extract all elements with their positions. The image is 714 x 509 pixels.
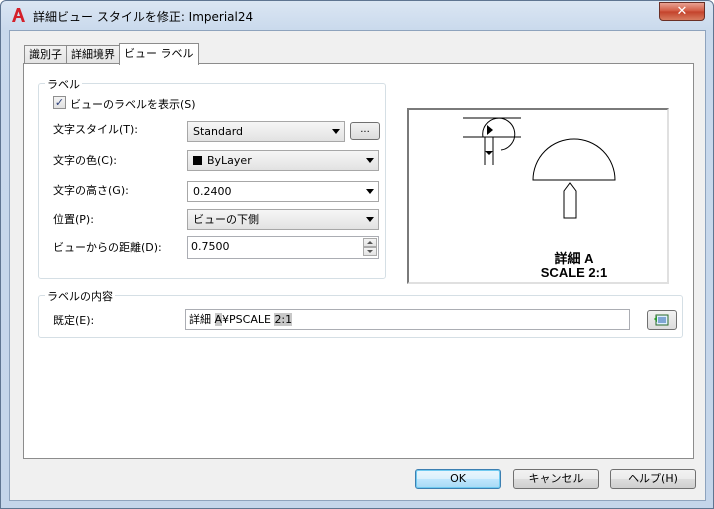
- chevron-down-icon: [366, 217, 374, 222]
- distance-input[interactable]: 0.7500: [187, 236, 379, 259]
- title-bar: 詳細ビュー スタイルを修正: Imperial24 ✕: [1, 1, 713, 29]
- distance-value: 0.7500: [191, 240, 230, 253]
- label-contents-group-title: ラベルの内容: [45, 288, 115, 304]
- distance-spinner[interactable]: [363, 238, 377, 257]
- text-style-value: Standard: [193, 125, 244, 138]
- position-combo[interactable]: ビューの下側: [187, 209, 379, 230]
- text-style-browse-button[interactable]: ...: [350, 122, 380, 140]
- text-color-value: ByLayer: [207, 154, 252, 167]
- chevron-down-icon: [366, 189, 374, 194]
- dialog-client: 識別子 詳細境界 ビュー ラベル ラベル ✓ ビューのラベルを表示(S) 文字ス…: [9, 30, 706, 501]
- window-title: 詳細ビュー スタイルを修正: Imperial24: [33, 10, 254, 24]
- show-label-checkbox-label[interactable]: ビューのラベルを表示(S): [70, 96, 196, 112]
- default-label: 既定(E):: [53, 314, 95, 327]
- position-value: ビューの下側: [193, 213, 259, 226]
- close-button[interactable]: ✕: [659, 2, 705, 21]
- ok-button[interactable]: OK: [415, 469, 501, 489]
- tab-detail-boundary[interactable]: 詳細境界: [66, 45, 120, 64]
- spin-down-icon[interactable]: [363, 247, 377, 256]
- text-height-combo[interactable]: 0.2400: [187, 181, 379, 202]
- preview-label-line2: SCALE 2:1: [540, 265, 608, 280]
- contents-field-1: A: [214, 313, 223, 326]
- tab-view-label[interactable]: ビュー ラベル: [119, 43, 199, 65]
- label-contents-groupbox: ラベルの内容 既定(E): 詳細 A¥PSCALE 2:1: [38, 288, 683, 338]
- help-button[interactable]: ヘルプ(H): [610, 469, 696, 489]
- detail-view-preview-graphic: [463, 117, 616, 219]
- label-groupbox: ラベル ✓ ビューのラベルを表示(S) 文字スタイル(T): Standard …: [38, 76, 386, 279]
- show-label-checkbox[interactable]: ✓: [53, 96, 66, 109]
- tab-strip: 識別子 詳細境界 ビュー ラベル: [24, 43, 199, 65]
- label-preview: 詳細 A SCALE 2:1: [407, 108, 669, 284]
- contents-text-prefix: 詳細: [189, 313, 215, 326]
- autocad-logo-icon: [12, 8, 25, 22]
- cancel-button[interactable]: キャンセル: [513, 469, 599, 489]
- contents-field-2: 2:1: [274, 313, 293, 326]
- chevron-down-icon: [366, 158, 374, 163]
- text-color-combo[interactable]: ByLayer: [187, 150, 379, 171]
- default-contents-input[interactable]: 詳細 A¥PSCALE 2:1: [185, 309, 630, 330]
- label-group-title: ラベル: [45, 76, 82, 92]
- text-style-label: 文字スタイル(T):: [53, 123, 139, 136]
- tab-panel-view-label: ラベル ✓ ビューのラベルを表示(S) 文字スタイル(T): Standard …: [23, 63, 694, 459]
- insert-field-icon: [654, 314, 669, 326]
- text-height-value: 0.2400: [193, 185, 232, 198]
- tab-identifier[interactable]: 識別子: [24, 45, 67, 64]
- spin-up-icon[interactable]: [363, 238, 377, 247]
- insert-field-button[interactable]: [647, 310, 677, 330]
- text-height-label: 文字の高さ(G):: [53, 184, 129, 197]
- dialog-window: 詳細ビュー スタイルを修正: Imperial24 ✕ 識別子 詳細境界 ビュー…: [0, 0, 714, 509]
- distance-label: ビューからの距離(D):: [53, 241, 162, 254]
- text-color-label: 文字の色(C):: [53, 154, 117, 167]
- chevron-down-icon: [332, 129, 340, 134]
- text-style-combo[interactable]: Standard: [187, 121, 345, 142]
- position-label: 位置(P):: [53, 213, 94, 226]
- contents-text-mid: ¥PSCALE: [222, 313, 275, 326]
- color-swatch: [193, 156, 202, 165]
